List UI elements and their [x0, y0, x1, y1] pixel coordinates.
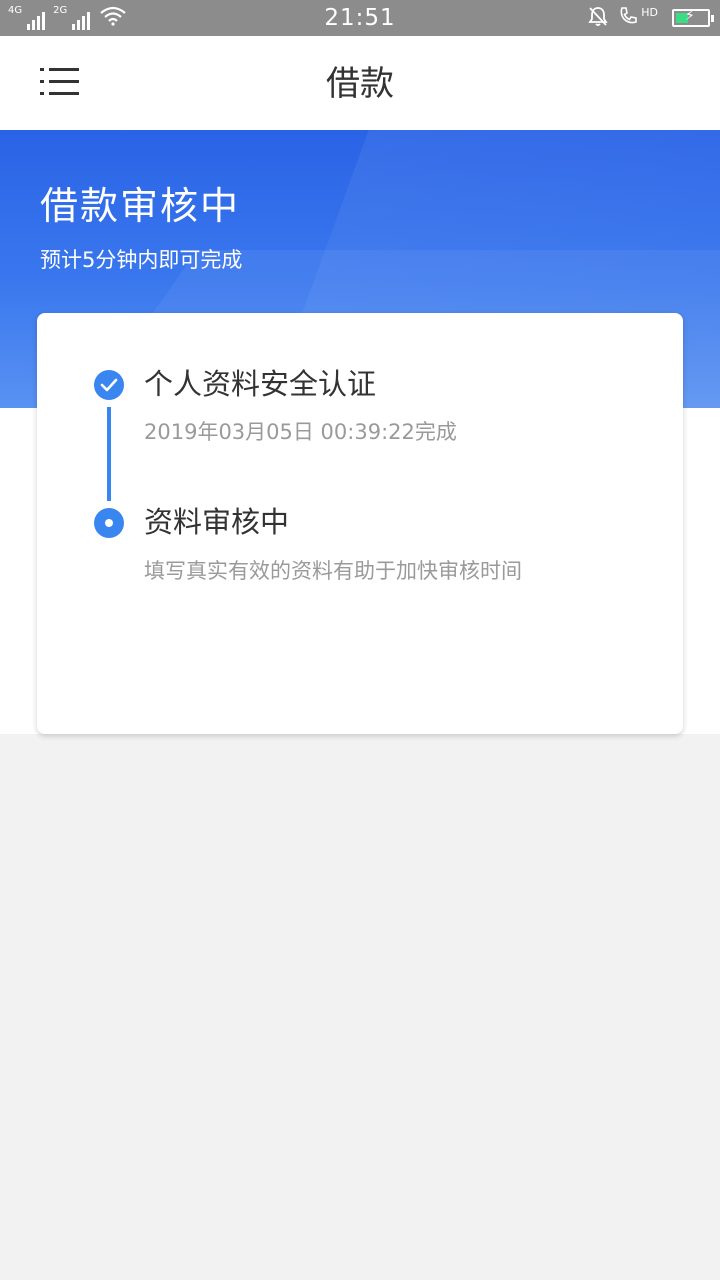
status-right-group: HD ⚡	[587, 5, 714, 31]
status-bar: 4G 2G 21:51 HD ⚡	[0, 0, 720, 36]
hd-label: HD	[641, 5, 658, 19]
banner-title: 借款审核中	[40, 184, 241, 228]
step-desc-review: 填写真实有效的资料有助于加快审核时间	[144, 559, 522, 583]
phone-icon	[617, 5, 639, 31]
bell-muted-icon	[587, 5, 609, 31]
current-step-dot-icon	[94, 508, 124, 538]
step-connector-line	[107, 407, 111, 501]
progress-card: 个人资料安全认证 2019年03月05日 00:39:22完成 资料审核中 填写…	[37, 313, 683, 734]
check-circle-icon	[94, 370, 124, 400]
step-title-review: 资料审核中	[144, 505, 290, 539]
step-title-verification: 个人资料安全认证	[144, 367, 377, 401]
step-desc-verification: 2019年03月05日 00:39:22完成	[144, 420, 457, 444]
app-header: 借款	[0, 36, 720, 130]
battery-icon: ⚡	[672, 8, 714, 27]
page-title: 借款	[326, 64, 394, 104]
banner-subtitle: 预计5分钟内即可完成	[40, 248, 243, 272]
